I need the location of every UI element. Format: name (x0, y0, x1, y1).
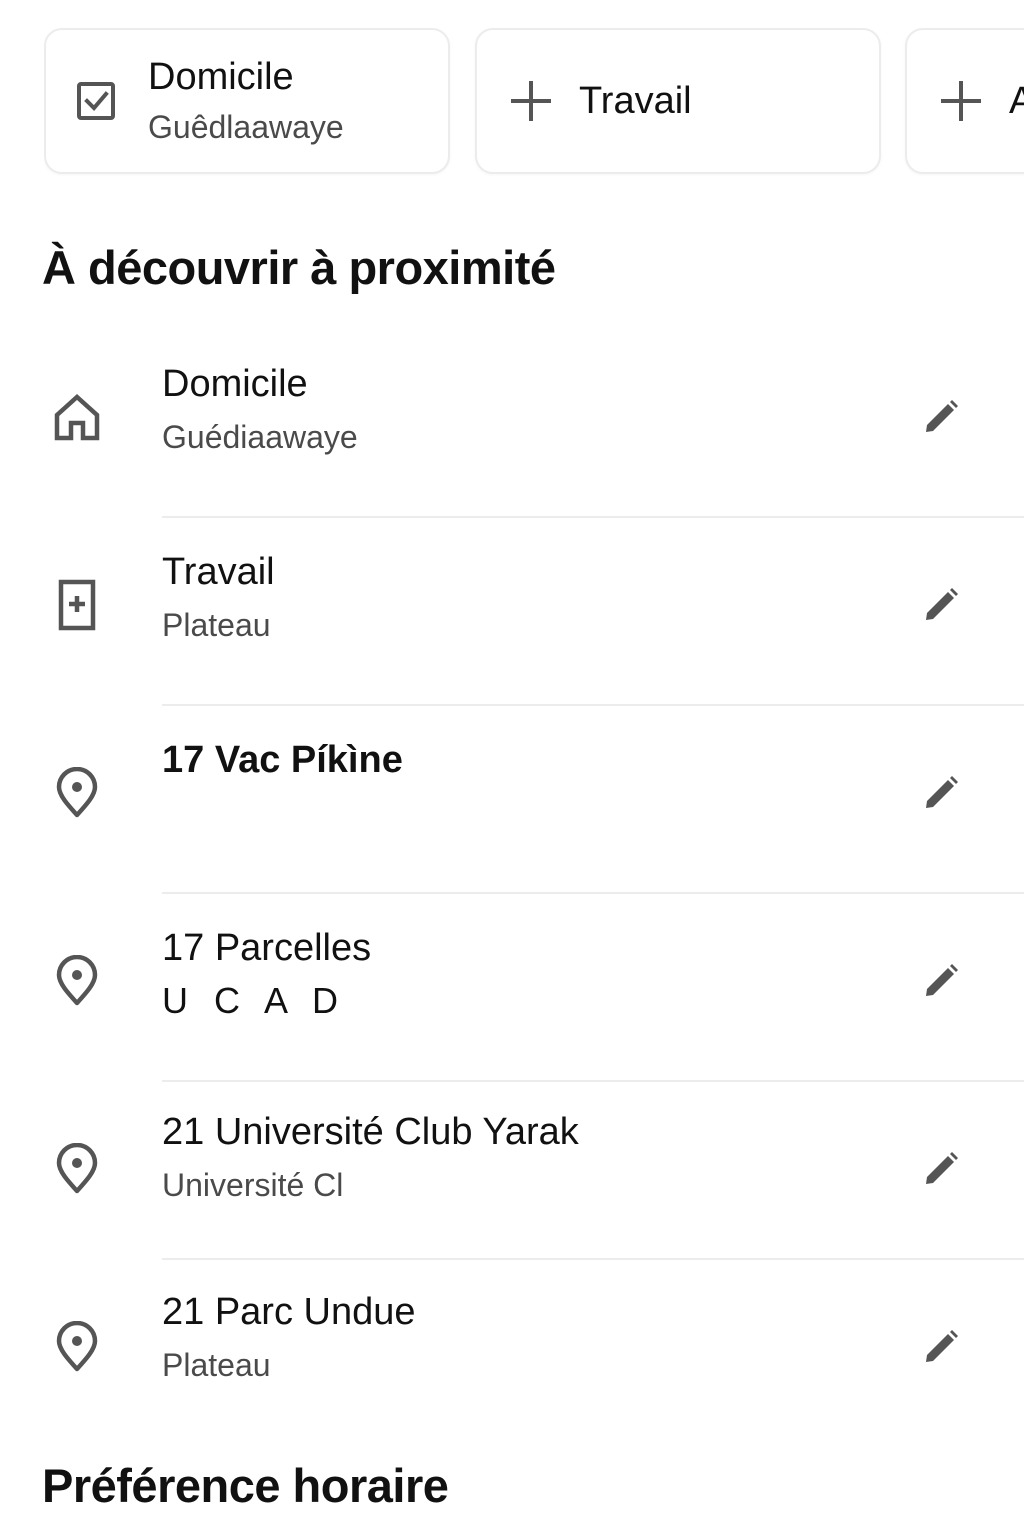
list-item-place[interactable]: 17 Parcelles U C A D (0, 894, 1024, 1082)
place-address: U C A D (162, 980, 347, 1021)
place-address: Plateau (162, 607, 271, 643)
section-title-time-preference: Préférence horaire (42, 1459, 449, 1512)
office-building-icon (50, 578, 104, 632)
place-name: 17 Vac Píkìne (162, 739, 403, 781)
list-item-travail[interactable]: Travail Plateau (0, 518, 1024, 706)
place-name: 17 Parcelles (162, 927, 372, 969)
plus-icon (509, 79, 553, 123)
shortcut-card-text: Domicile Guêdlaawaye (148, 54, 344, 148)
shortcut-title: A (1009, 80, 1024, 122)
place-address: Université Cl (162, 1167, 344, 1203)
list-item-domicile[interactable]: Domicile Guédiaawaye (0, 330, 1024, 518)
list-item-place[interactable]: 17 Vac Píkìne (0, 706, 1024, 894)
shortcut-subtitle: Guêdlaawaye (148, 109, 344, 145)
place-text: 21 Parc Undue Plateau (162, 1288, 862, 1386)
place-text: 21 Université Club Yarak Université Cl (162, 1108, 862, 1206)
pencil-icon[interactable] (918, 1146, 964, 1192)
place-name: 21 Parc Undue (162, 1291, 416, 1333)
list-item-place[interactable]: 21 Parc Undue Plateau (0, 1260, 1024, 1430)
shortcut-card-domicile[interactable]: Domicile Guêdlaawaye (44, 28, 450, 174)
shortcut-title: Travail (579, 80, 692, 122)
pencil-icon[interactable] (918, 770, 964, 816)
place-text: 17 Parcelles U C A D (162, 924, 862, 1022)
pencil-icon[interactable] (918, 394, 964, 440)
place-name: Travail (162, 551, 275, 593)
shortcut-card-travail[interactable]: Travail (475, 28, 881, 174)
location-pin-icon (50, 954, 104, 1008)
pencil-icon[interactable] (918, 958, 964, 1004)
home-icon (50, 390, 104, 444)
section-title-nearby: À découvrir à proximité (42, 241, 556, 294)
place-text: 17 Vac Píkìne (162, 736, 862, 784)
location-pin-icon (50, 766, 104, 820)
place-address: Guédiaawaye (162, 419, 358, 455)
place-name: Domicile (162, 363, 308, 405)
place-address: Plateau (162, 1347, 271, 1383)
shortcut-card-add[interactable]: A (905, 28, 1024, 174)
place-name: 21 Université Club Yarak (162, 1111, 579, 1153)
shortcut-title: Domicile (148, 56, 294, 98)
checkbox-icon (74, 79, 118, 123)
shortcut-card-text: A (1009, 78, 1024, 124)
plus-icon (939, 79, 983, 123)
shortcut-card-text: Travail (579, 78, 692, 124)
place-text: Domicile Guédiaawaye (162, 360, 862, 458)
saved-places-shortcuts: Domicile Guêdlaawaye Travail A (44, 28, 1024, 176)
list-item-place[interactable]: 21 Université Club Yarak Université Cl (0, 1082, 1024, 1260)
place-text: Travail Plateau (162, 548, 862, 646)
saved-places-list: Domicile Guédiaawaye Travail Plateau 17 … (0, 330, 1024, 1430)
pencil-icon[interactable] (918, 1324, 964, 1370)
location-pin-icon (50, 1320, 104, 1374)
location-pin-icon (50, 1142, 104, 1196)
pencil-icon[interactable] (918, 582, 964, 628)
